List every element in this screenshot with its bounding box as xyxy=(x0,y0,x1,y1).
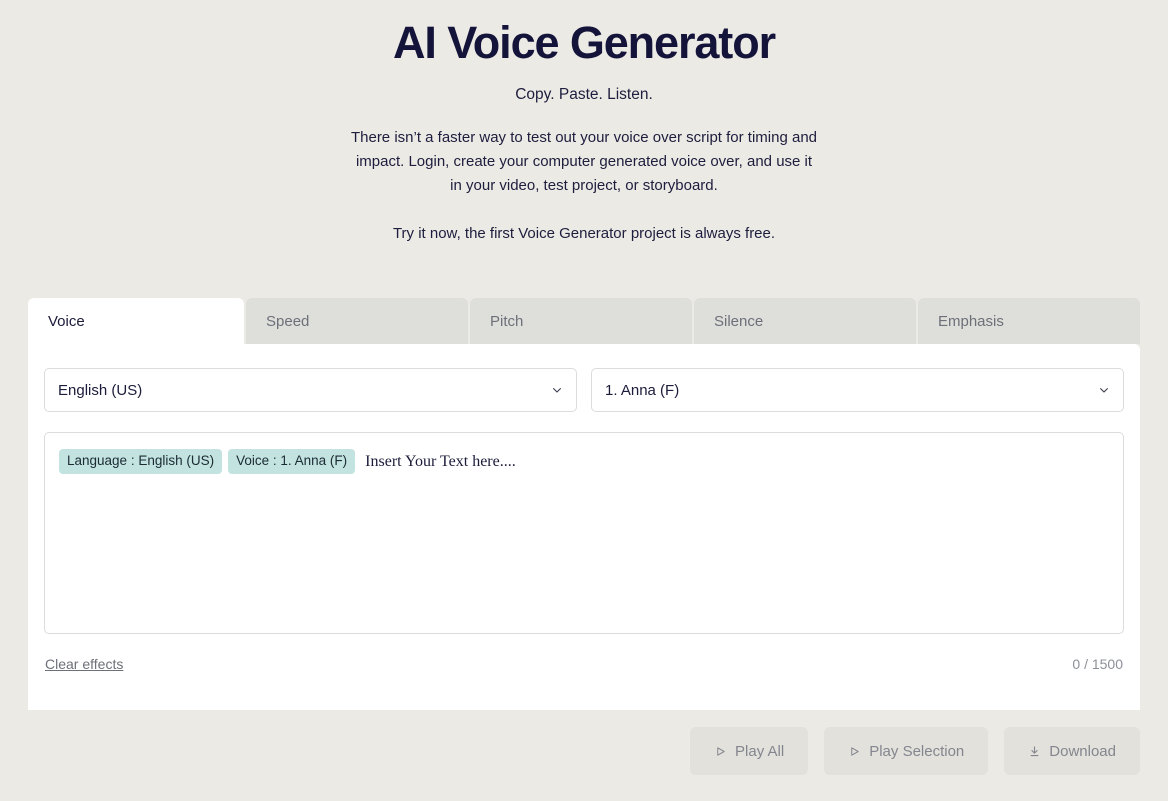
voice-select[interactable]: 1. Anna (F) xyxy=(591,368,1124,412)
clear-effects-link[interactable]: Clear effects xyxy=(45,656,123,672)
tab-pitch-label: Pitch xyxy=(490,312,524,330)
tab-speed[interactable]: Speed xyxy=(246,298,468,344)
text-editor[interactable]: Language : English (US) Voice : 1. Anna … xyxy=(44,432,1124,634)
download-icon xyxy=(1028,745,1040,757)
selector-row: English (US) 1. Anna (F) xyxy=(44,368,1124,412)
hero-description: There isn’t a faster way to test out you… xyxy=(350,128,818,194)
chevron-down-icon xyxy=(1099,385,1109,395)
tab-voice[interactable]: Voice xyxy=(28,298,244,344)
tab-pitch[interactable]: Pitch xyxy=(470,298,692,344)
play-all-button[interactable]: Play All xyxy=(690,727,809,775)
editor-first-line: Language : English (US) Voice : 1. Anna … xyxy=(59,449,1109,475)
hero-section: AI Voice Generator Copy. Paste. Listen. … xyxy=(0,0,1168,246)
download-label: Download xyxy=(1049,742,1116,760)
tab-speed-label: Speed xyxy=(266,312,310,330)
tab-silence[interactable]: Silence xyxy=(694,298,916,344)
chevron-down-icon xyxy=(552,385,562,395)
page-title: AI Voice Generator xyxy=(393,17,776,68)
play-all-label: Play All xyxy=(735,742,785,760)
voice-select-value: 1. Anna (F) xyxy=(605,381,680,399)
tab-emphasis[interactable]: Emphasis xyxy=(918,298,1140,344)
play-icon xyxy=(848,745,860,757)
play-selection-button[interactable]: Play Selection xyxy=(824,727,989,775)
character-counter: 0 / 1500 xyxy=(1072,656,1123,672)
language-select[interactable]: English (US) xyxy=(44,368,577,412)
tab-panel-voice: English (US) 1. Anna (F) Language : Engl… xyxy=(28,344,1140,710)
tab-bar: Voice Speed Pitch Silence Emphasis xyxy=(28,298,1140,344)
action-button-row: Play All Play Selection Download xyxy=(690,727,1140,775)
language-select-value: English (US) xyxy=(58,381,143,399)
editor-footer: Clear effects 0 / 1500 xyxy=(44,656,1124,672)
editor-placeholder: Insert Your Text here.... xyxy=(365,452,516,470)
generator-card: Voice Speed Pitch Silence Emphasis Engli… xyxy=(28,298,1140,710)
chip-voice[interactable]: Voice : 1. Anna (F) xyxy=(228,449,356,475)
hero-tagline: Copy. Paste. Listen. xyxy=(515,85,653,103)
tab-emphasis-label: Emphasis xyxy=(938,312,1004,330)
download-button[interactable]: Download xyxy=(1004,727,1140,775)
play-selection-label: Play Selection xyxy=(869,742,965,760)
play-icon xyxy=(714,745,726,757)
tab-voice-label: Voice xyxy=(48,312,85,330)
chip-language[interactable]: Language : English (US) xyxy=(59,449,223,475)
tab-silence-label: Silence xyxy=(714,312,764,330)
hero-free-note: Try it now, the first Voice Generator pr… xyxy=(392,224,776,242)
